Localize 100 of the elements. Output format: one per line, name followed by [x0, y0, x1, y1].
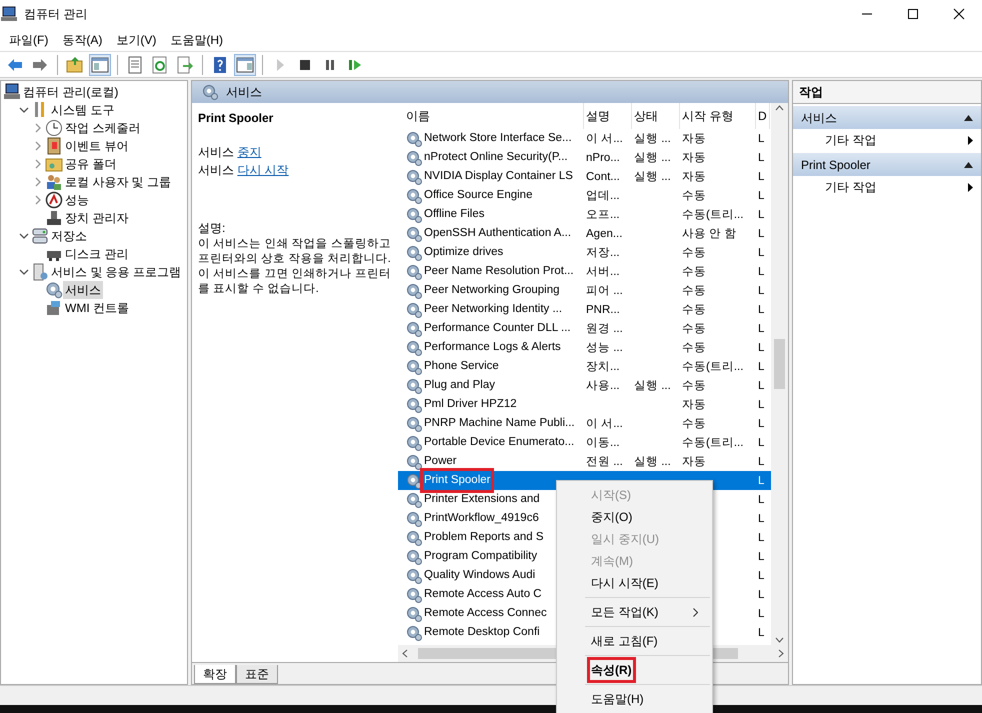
service-name: Problem Reports and S: [424, 530, 544, 545]
actions-title: 작업: [793, 81, 981, 104]
table-cell: L: [758, 360, 764, 373]
table-cell: L: [758, 342, 764, 354]
table-cell: 장치...: [586, 360, 620, 373]
table-cell: 실행 ...: [634, 132, 671, 145]
table-cell: L: [758, 208, 764, 221]
table-cell: 수동(트리...: [682, 360, 744, 373]
service-name: Remote Access Auto C: [424, 586, 542, 602]
table-cell: L: [758, 436, 764, 449]
table-cell: 자동: [682, 456, 706, 468]
table-cell: L: [758, 380, 764, 392]
table-cell: 자동: [682, 398, 706, 411]
table-cell: L: [758, 550, 764, 563]
table-cell: 실행 ...: [634, 380, 671, 392]
table-cell: 수동: [682, 380, 706, 392]
table-cell: L: [758, 398, 764, 411]
table-cell: 성능 ...: [586, 342, 623, 354]
table-cell: 수동(트리...: [682, 436, 744, 449]
table-cell: 이 서...: [586, 418, 623, 430]
window-title: 컴퓨터 관리: [24, 6, 88, 23]
service-name: Network Store Interface Se...: [424, 130, 572, 146]
service-name: Program Compatibility: [424, 548, 538, 564]
service-name: Optimize drives: [424, 244, 504, 260]
table-cell: 실행 ...: [634, 170, 671, 183]
service-name: Remote Access Connec: [424, 606, 547, 621]
table-cell: L: [758, 132, 764, 145]
service-name: Peer Networking Grouping: [424, 282, 560, 298]
action-label: 기타 작업: [825, 179, 876, 196]
table-cell: L: [758, 418, 764, 430]
table-cell: L: [758, 532, 764, 544]
table-cell: L: [758, 170, 764, 183]
table-cell: 오프...: [586, 208, 620, 221]
table-cell: L: [758, 474, 764, 487]
table-cell: L: [758, 494, 764, 506]
table-cell: PNR...: [586, 304, 620, 316]
table-cell: 수동: [682, 266, 706, 278]
service-name: PNRP Machine Name Publi...: [424, 416, 575, 431]
table-cell: L: [758, 304, 764, 316]
table-cell: L: [758, 570, 764, 582]
table-cell: 자동: [682, 132, 706, 145]
service-name: Quality Windows Audi: [424, 568, 536, 583]
table-cell: 수동: [682, 284, 706, 297]
service-name: Printer Extensions and: [424, 492, 540, 507]
service-name: Portable Device Enumerato...: [424, 434, 574, 450]
table-cell: L: [758, 190, 764, 202]
link-label: 서비스: [198, 163, 234, 177]
table-cell: L: [758, 322, 764, 335]
service-title: Print Spooler: [198, 110, 274, 127]
table-cell: 자동: [682, 170, 706, 183]
service-name: Peer Name Resolution Prot...: [424, 264, 574, 279]
table-cell: L: [758, 588, 764, 601]
table-cell: L: [758, 284, 764, 297]
section-title: Print Spooler: [801, 156, 870, 174]
table-cell: L: [758, 152, 764, 164]
description-label: 설명:: [198, 220, 226, 237]
table-cell: L: [758, 626, 764, 639]
table-cell: 수동: [682, 418, 706, 430]
table-cell: 실행 ...: [634, 456, 671, 468]
table-cell: L: [758, 246, 764, 259]
table-cell: 사용 안 함: [682, 228, 736, 240]
service-name: Plug and Play: [424, 378, 495, 393]
action-label: 기타 작업: [825, 132, 876, 149]
service-name: Remote Desktop Confi: [424, 624, 540, 640]
table-cell: 자동: [682, 152, 706, 164]
service-name: Office Source Engine: [424, 188, 532, 203]
table-cell: 수동: [682, 342, 706, 354]
table-cell: L: [758, 512, 764, 525]
table-cell: nPro...: [586, 152, 620, 164]
table-cell: 사용...: [586, 380, 620, 392]
service-name: OpenSSH Authentication A...: [424, 226, 572, 241]
link-label: 서비스: [198, 145, 234, 159]
table-cell: 저장...: [586, 246, 620, 259]
service-name: Power: [424, 454, 457, 469]
service-name: PrintWorkflow_4919c6: [424, 510, 539, 526]
table-cell: Agen...: [586, 228, 622, 240]
table-cell: 이동...: [586, 436, 620, 449]
table-cell: 수동: [682, 190, 706, 202]
service-name: Performance Counter DLL ...: [424, 320, 571, 336]
section-title: 서비스: [801, 110, 837, 126]
service-name: nProtect Online Security(P...: [424, 150, 568, 165]
table-cell: 수동: [682, 322, 706, 335]
panel-title: 서비스: [226, 84, 262, 101]
service-name: NVIDIA Display Container LS: [424, 168, 573, 184]
table-cell: 이 서...: [586, 132, 623, 145]
table-cell: 수동: [682, 246, 706, 259]
table-cell: L: [758, 266, 764, 278]
service-name: Pml Driver HPZ12: [424, 396, 517, 412]
table-cell: 수동: [682, 304, 706, 316]
description-text: 이 서비스는 인쇄 작업을 스풀링하고 프린터와의 상호 작용을 처리합니다. 이 서비스를 끄면 인쇄하거나 프린터를 표시할 수 없습니다.: [198, 237, 392, 297]
service-name: Offline Files: [424, 206, 485, 222]
table-cell: 업데...: [586, 190, 620, 202]
table-cell: 수동(트리...: [682, 208, 744, 221]
table-cell: 피어 ...: [586, 284, 623, 297]
table-cell: 실행 ...: [634, 152, 671, 164]
table-cell: 서버...: [586, 266, 620, 278]
service-name: Peer Networking Identity ...: [424, 302, 562, 317]
service-name: Performance Logs & Alerts: [424, 340, 561, 355]
table-cell: L: [758, 228, 764, 240]
table-cell: L: [758, 608, 764, 620]
